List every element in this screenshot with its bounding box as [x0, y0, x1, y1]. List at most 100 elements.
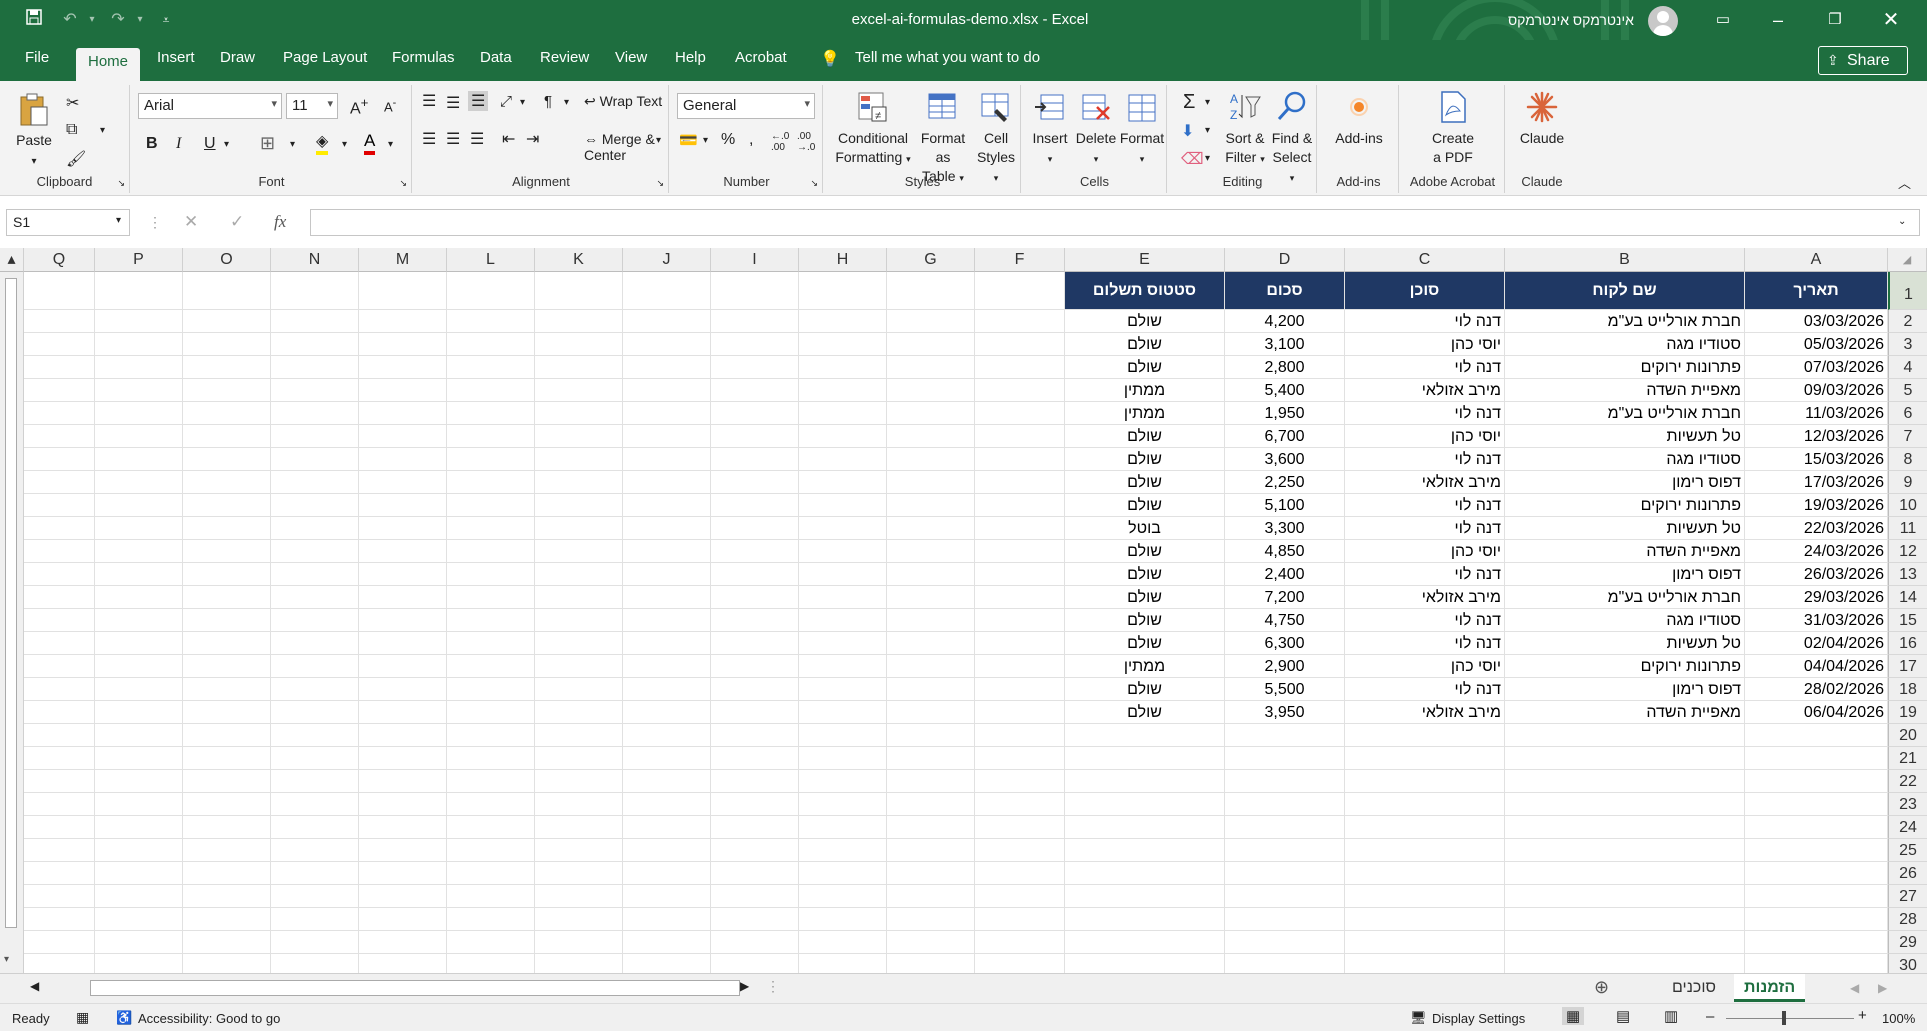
copy-icon[interactable]: ⧉ [66, 121, 77, 139]
row-header[interactable]: 19 [1888, 701, 1927, 724]
grid-cell[interactable] [359, 586, 447, 609]
grid-cell[interactable] [887, 379, 975, 402]
grid-cell[interactable] [1225, 816, 1345, 839]
grid-cell[interactable] [24, 793, 95, 816]
agent-cell[interactable]: דנה לוי [1345, 632, 1505, 655]
grid-cell[interactable] [95, 816, 183, 839]
grid-cell[interactable] [535, 862, 623, 885]
grid-cell[interactable] [95, 678, 183, 701]
sort-filter-button[interactable]: AZ Sort & Filter ▾ [1223, 89, 1267, 169]
zoom-slider[interactable] [1726, 1018, 1854, 1019]
grid-cell[interactable] [887, 908, 975, 931]
amount-cell[interactable]: 2,900 [1225, 655, 1345, 678]
grid-cell[interactable] [271, 402, 359, 425]
customer-cell[interactable]: טל תעשיות [1505, 632, 1745, 655]
grid-cell[interactable] [95, 885, 183, 908]
decrease-font-icon[interactable]: A- [384, 97, 396, 114]
font-size-combo[interactable]: 11 [286, 93, 338, 119]
grid-cell[interactable] [271, 816, 359, 839]
grid-cell[interactable] [359, 931, 447, 954]
grid-cell[interactable] [535, 609, 623, 632]
grid-cell[interactable] [24, 425, 95, 448]
grid-cell[interactable] [24, 563, 95, 586]
grid-cell[interactable] [711, 862, 799, 885]
grid-cell[interactable] [887, 724, 975, 747]
grid-cell[interactable] [359, 724, 447, 747]
grid-cell[interactable] [183, 402, 271, 425]
column-header[interactable]: D [1225, 248, 1345, 272]
clear-icon[interactable]: ⌫ [1181, 149, 1204, 169]
grid-cell[interactable] [183, 310, 271, 333]
date-cell[interactable]: 17/03/2026 [1745, 471, 1888, 494]
grid-cell[interactable] [271, 701, 359, 724]
grid-cell[interactable] [1745, 747, 1888, 770]
grid-cell[interactable] [24, 632, 95, 655]
amount-cell[interactable]: 3,950 [1225, 701, 1345, 724]
date-cell[interactable]: 19/03/2026 [1745, 494, 1888, 517]
vertical-scroll-up-icon[interactable]: ▴ [0, 248, 24, 272]
customer-cell[interactable]: חברת אורלייט בע"מ [1505, 402, 1745, 425]
grid-cell[interactable] [623, 494, 711, 517]
grid-cell[interactable] [799, 701, 887, 724]
status-cell[interactable]: שולם [1065, 425, 1225, 448]
grid-cell[interactable] [24, 701, 95, 724]
status-cell[interactable]: שולם [1065, 471, 1225, 494]
grid-cell[interactable] [799, 402, 887, 425]
grid-cell[interactable] [183, 333, 271, 356]
grid-cell[interactable] [711, 471, 799, 494]
column-header[interactable]: E [1065, 248, 1225, 272]
undo-dropdown-icon[interactable]: ▾ [80, 8, 104, 32]
date-cell[interactable]: 15/03/2026 [1745, 448, 1888, 471]
grid-cell[interactable] [447, 356, 535, 379]
grid-cell[interactable] [95, 701, 183, 724]
customer-cell[interactable]: מאפיית השדה [1505, 540, 1745, 563]
grid-cell[interactable] [623, 272, 711, 310]
grid-cell[interactable] [447, 701, 535, 724]
grid-cell[interactable] [183, 931, 271, 954]
grid-cell[interactable] [24, 402, 95, 425]
sheet-tab-agents[interactable]: סוכנים [1662, 974, 1726, 1002]
grid-cell[interactable] [183, 517, 271, 540]
grid-cell[interactable] [1505, 908, 1745, 931]
hscroll-left-icon[interactable]: ◀ [30, 979, 39, 993]
row-header[interactable]: 3 [1888, 333, 1927, 356]
grid-cell[interactable] [183, 272, 271, 310]
tab-data[interactable]: Data [480, 49, 512, 66]
grid-cell[interactable] [711, 816, 799, 839]
borders-dropdown-icon[interactable]: ▾ [290, 139, 295, 150]
grid-cell[interactable] [183, 448, 271, 471]
align-center-icon[interactable]: ☰ [446, 129, 460, 149]
grid-cell[interactable] [359, 678, 447, 701]
grid-cell[interactable] [975, 540, 1065, 563]
grid-cell[interactable] [447, 793, 535, 816]
grid-cell[interactable] [887, 563, 975, 586]
grid-cell[interactable] [1345, 839, 1505, 862]
grid-cell[interactable] [95, 724, 183, 747]
grid-cell[interactable] [95, 908, 183, 931]
grid-cell[interactable] [447, 908, 535, 931]
column-header[interactable]: L [447, 248, 535, 272]
grid-cell[interactable] [623, 655, 711, 678]
merge-dropdown-icon[interactable]: ▾ [656, 135, 661, 146]
grid-cell[interactable] [359, 494, 447, 517]
top-align-icon[interactable]: ☰ [422, 91, 436, 111]
column-header[interactable]: A [1745, 248, 1888, 272]
grid-cell[interactable] [271, 724, 359, 747]
date-cell[interactable]: 22/03/2026 [1745, 517, 1888, 540]
font-color-icon[interactable]: A [364, 131, 376, 155]
grid-cell[interactable] [1345, 770, 1505, 793]
amount-cell[interactable]: 2,250 [1225, 471, 1345, 494]
grid-cell[interactable] [359, 333, 447, 356]
grid-cell[interactable] [183, 563, 271, 586]
grid-cell[interactable] [535, 931, 623, 954]
grid-cell[interactable] [271, 310, 359, 333]
grid-cell[interactable] [447, 816, 535, 839]
grid-cell[interactable] [975, 793, 1065, 816]
grid-cell[interactable] [711, 494, 799, 517]
cancel-entry-icon[interactable]: ✕ [184, 212, 198, 232]
grid-cell[interactable] [887, 517, 975, 540]
grid-cell[interactable] [535, 678, 623, 701]
grid-cell[interactable] [447, 747, 535, 770]
grid-cell[interactable] [359, 356, 447, 379]
column-header[interactable]: C [1345, 248, 1505, 272]
